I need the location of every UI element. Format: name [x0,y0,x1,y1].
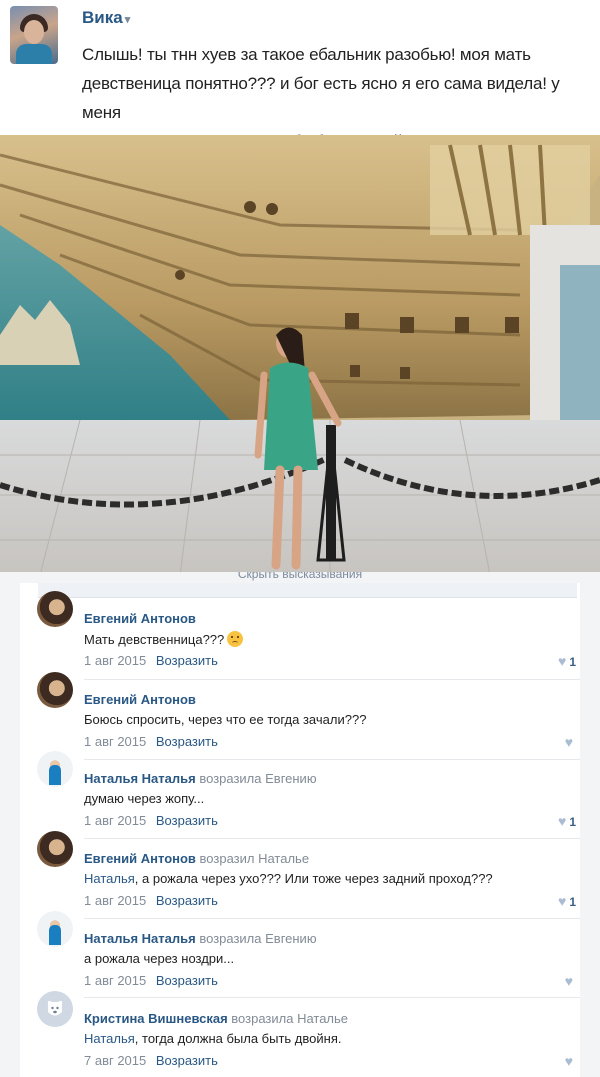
commenter-name-text[interactable]: Наталья Наталья [84,931,196,946]
reply-to-label[interactable]: возразила Наталье [231,1011,348,1026]
comment-item: Наталья Наталья возразила Евгению думаю … [20,743,580,829]
comment-text: а рожала через ноздри... [84,951,235,966]
dog-avatar-icon [47,1000,63,1016]
post-photo[interactable] [0,135,600,575]
commenter-name-text[interactable]: Евгений Антонов [84,851,196,866]
commenter-avatar[interactable] [37,672,73,708]
comment-text-body: , а рожала через ухо??? Или тоже через з… [134,871,493,886]
comment-text: Наталья, тогда должна была быть двойня. [84,1031,341,1046]
comment-item: Евгений Антонов возразил Наталье Наталья… [20,823,580,909]
author-name[interactable]: Вика ▾ [82,8,130,28]
mention-link[interactable]: Наталья [84,871,135,886]
commenter-name-text[interactable]: Кристина Вишневская [84,1011,228,1026]
commenter-name[interactable]: Кристина Вишневская возразила Наталье [84,1011,348,1026]
commenter-name-text[interactable]: Наталья Наталья [84,771,196,786]
commenter-avatar[interactable] [37,591,73,627]
author-name-text[interactable]: Вика [82,8,123,27]
commenter-name[interactable]: Наталья Наталья возразила Евгению [84,931,317,946]
commenter-name-text[interactable]: Евгений Антонов [84,692,196,707]
commenter-avatar[interactable] [37,831,73,867]
comments-section: Евгений Антонов Мать девственница??? 1 а… [20,583,580,1077]
mention-link[interactable]: Наталья [84,1031,135,1046]
sad-face-emoji-icon [227,631,244,647]
chevron-down-icon[interactable]: ▾ [125,14,131,26]
like-button[interactable]: ♥ [565,1053,576,1069]
comment-text: Мать девственница??? [84,631,244,647]
comment-item: Кристина Вишневская возразила Наталье На… [20,983,580,1069]
commenter-name-text[interactable]: Евгений Антонов [84,611,196,626]
commenter-name[interactable]: Наталья Наталья возразила Евгению [84,771,317,786]
reply-to-label[interactable]: возразила Евгению [199,771,316,786]
hide-comments-label[interactable]: Скрыть высказывания [238,572,362,581]
author-avatar[interactable] [10,6,58,64]
reply-button[interactable]: Возразить [156,1053,218,1068]
comment-text-body: , тогда должна была быть двойня. [134,1031,342,1046]
comment-item: Наталья Наталья возразила Евгению а рожа… [20,903,580,989]
reply-to-label[interactable]: возразил Наталье [200,851,310,866]
comment-text: Наталья, а рожала через ухо??? Или тоже … [84,871,493,886]
reply-to-label[interactable]: возразила Евгению [199,931,316,946]
comment-item: Евгений Антонов Боюсь спросить, через чт… [20,664,580,750]
post-text-line: девственица понятно??? и бог есть ясно я… [82,74,560,122]
commenter-name[interactable]: Евгений Антонов возразил Наталье [84,851,309,866]
post-text-line: Слышь! ты тнн хуев за такое ебальник раз… [82,45,531,64]
comment-text: Боюсь спросить, через что ее тогда зачал… [84,712,367,727]
comment-text: думаю через жопу... [84,791,205,806]
commenter-avatar[interactable] [37,751,73,787]
commenter-avatar[interactable] [37,911,73,947]
commenter-name[interactable]: Евгений Антонов [84,611,196,626]
comment-item: Евгений Антонов Мать девственница??? 1 а… [20,583,580,669]
heart-icon[interactable]: ♥ [565,1053,573,1069]
commenter-name[interactable]: Евгений Антонов [84,692,196,707]
comment-meta: 7 авг 2015 Возразить [84,1053,218,1068]
post-header: Вика ▾ Слышь! ты тнн хуев за такое ебальн… [0,0,600,151]
comment-text-body: Мать девственница??? [84,632,225,647]
commenter-avatar[interactable] [37,991,73,1027]
comment-date[interactable]: 7 авг 2015 [84,1053,146,1068]
ship-mural-photo [0,135,600,575]
